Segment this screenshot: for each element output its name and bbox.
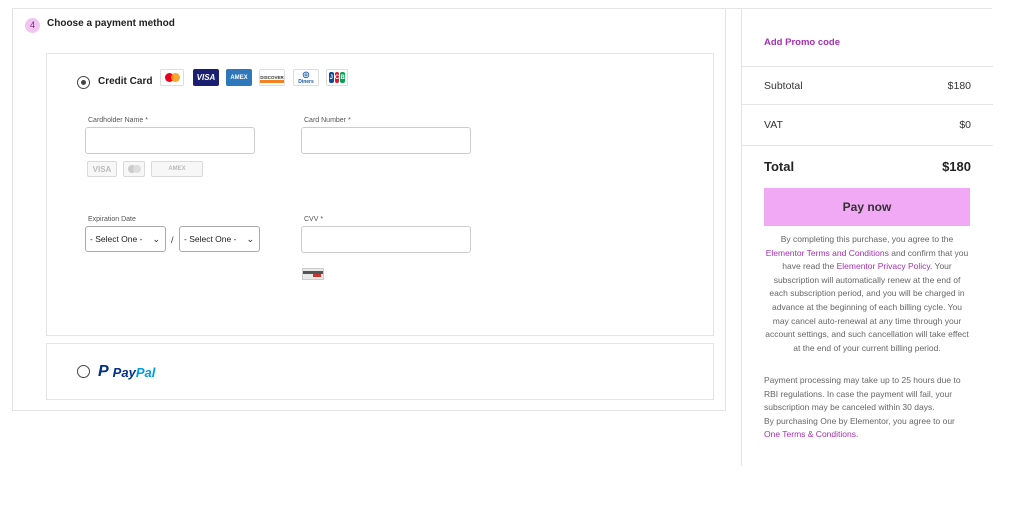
one-terms-note: By purchasing One by Elementor, you agre…: [764, 415, 970, 442]
elementor-privacy-policy-link[interactable]: Elementor Privacy Policy: [837, 261, 930, 271]
visa-grey-icon: VISA: [87, 161, 117, 177]
total-value: $180: [942, 159, 971, 174]
order-summary-panel: Add Promo code Subtotal $180 VAT $0 Tota…: [741, 8, 993, 466]
accepted-cards-logos: VISA AMEX: [87, 161, 203, 177]
cvv-input[interactable]: [301, 226, 471, 253]
mastercard-grey-icon: [123, 161, 145, 177]
step-badge: 4: [25, 18, 40, 33]
one-terms-link[interactable]: One Terms & Conditions: [764, 429, 856, 439]
paypal-pal-text: Pal: [135, 364, 156, 380]
cvv-label: CVV *: [304, 216, 324, 223]
paypal-radio[interactable]: [77, 365, 90, 378]
mastercard-icon: [160, 69, 184, 86]
pay-now-button[interactable]: Pay now: [764, 188, 970, 226]
subtotal-row: Subtotal $180: [742, 66, 993, 104]
one-note-suffix: .: [855, 429, 859, 440]
terms-notice: By completing this purchase, you agree t…: [764, 233, 970, 355]
terms-text-3: . Your subscription will automatically r…: [765, 261, 969, 353]
vat-row: VAT $0: [742, 104, 993, 144]
expiration-year-value: - Select One -: [184, 234, 237, 244]
credit-card-radio[interactable]: [77, 76, 90, 89]
vat-value: $0: [959, 119, 971, 131]
jcb-icon: J C B: [326, 69, 348, 86]
diners-label: Diners: [298, 79, 314, 85]
chevron-down-icon: ⌄: [246, 234, 254, 244]
cardholder-name-label: Cardholder Name *: [88, 117, 148, 124]
cvv-card-icon: [302, 268, 324, 280]
amex-icon: AMEX: [226, 69, 252, 86]
terms-text-1: By completing this purchase, you agree t…: [780, 234, 954, 244]
expiration-date-label: Expiration Date: [88, 216, 136, 223]
card-number-label: Card Number *: [304, 117, 351, 124]
credit-card-option: Credit Card VISA AMEX DISCOVER ◎ Diners J…: [46, 53, 714, 336]
visa-icon: VISA: [193, 69, 219, 86]
amex-grey-icon: AMEX: [151, 161, 203, 177]
expiration-month-value: - Select One -: [90, 234, 143, 244]
jcb-b: B: [340, 72, 346, 83]
total-label: Total: [764, 159, 795, 174]
date-separator: /: [171, 235, 174, 245]
credit-card-label[interactable]: Credit Card: [98, 76, 152, 87]
subtotal-label: Subtotal: [764, 80, 803, 92]
diners-club-icon: ◎ Diners: [293, 69, 319, 86]
expiration-year-select[interactable]: - Select One - ⌄: [179, 226, 260, 252]
paypal-icon: P: [98, 363, 109, 380]
jcb-c: C: [334, 72, 340, 83]
chevron-down-icon: ⌄: [152, 234, 160, 244]
paypal-option: P Pay Pal: [46, 343, 714, 400]
subtotal-value: $180: [947, 80, 971, 92]
expiration-month-select[interactable]: - Select One - ⌄: [85, 226, 166, 252]
total-row: Total $180: [742, 145, 993, 185]
add-promo-code-link[interactable]: Add Promo code: [764, 37, 840, 48]
processing-notice: Payment processing may take up to 25 hou…: [764, 374, 970, 442]
payment-method-panel: 4 Choose a payment method Credit Card VI…: [12, 8, 726, 411]
one-note-prefix: By purchasing One by Elementor, you agre…: [764, 415, 955, 426]
vat-label: VAT: [764, 119, 783, 131]
elementor-terms-link[interactable]: Elementor Terms and Conditions: [766, 248, 889, 258]
paypal-logo[interactable]: P Pay Pal: [98, 363, 155, 381]
jcb-j: J: [329, 72, 334, 83]
paypal-pay-text: Pay: [112, 364, 136, 380]
step-title: Choose a payment method: [47, 18, 175, 29]
cardholder-name-input[interactable]: [85, 127, 255, 154]
discover-icon: DISCOVER: [259, 69, 285, 86]
processing-note: Payment processing may take up to 25 hou…: [764, 375, 961, 413]
card-number-input[interactable]: [301, 127, 471, 154]
